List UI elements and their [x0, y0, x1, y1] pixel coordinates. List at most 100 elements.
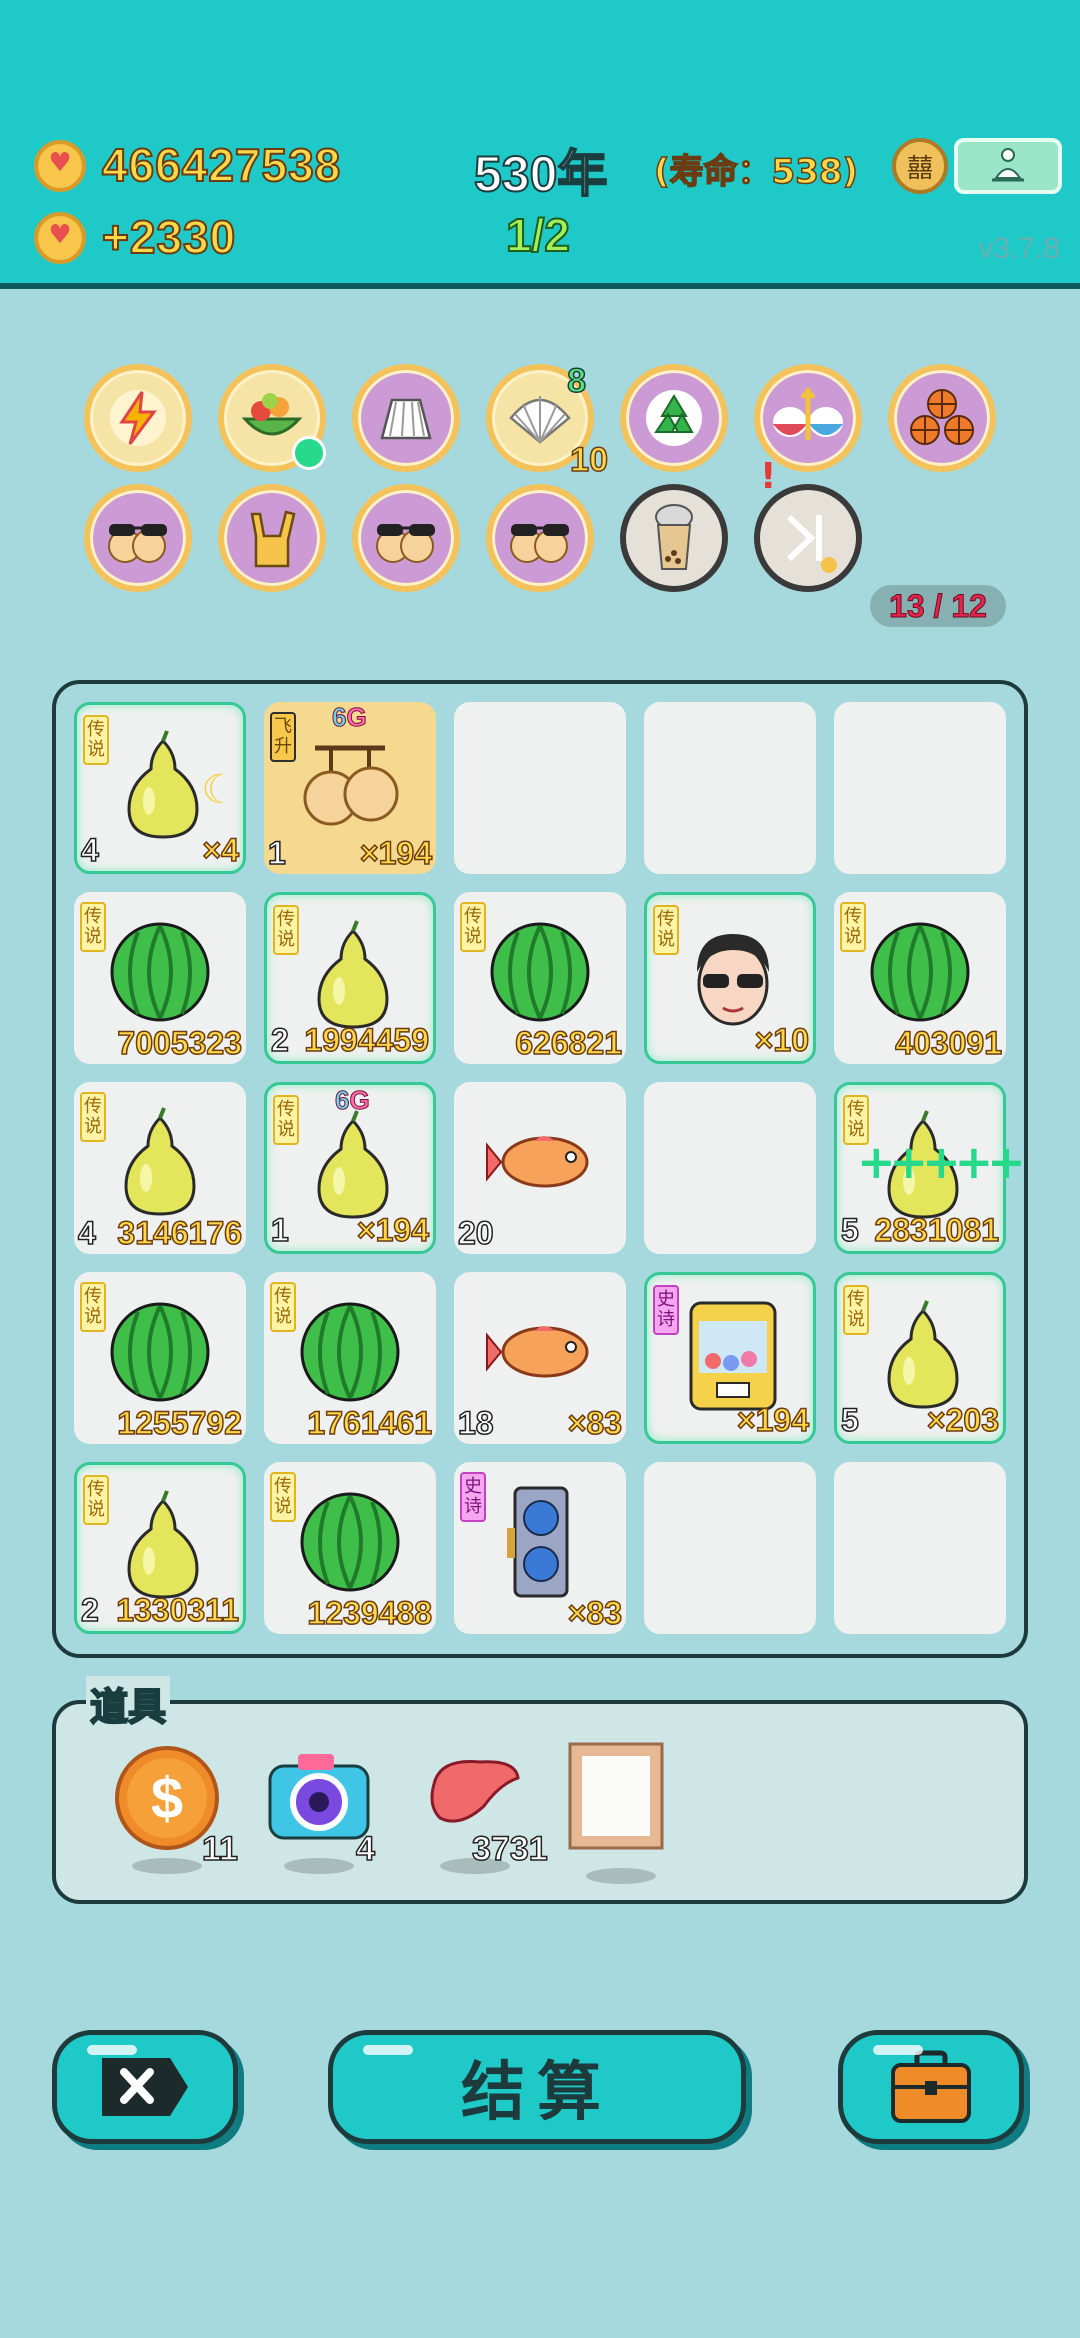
coin-rate-icon	[34, 212, 86, 264]
watermelon-icon	[298, 1490, 402, 1598]
avatar-icon[interactable]: 囍	[892, 138, 948, 194]
liver-icon	[430, 1759, 520, 1823]
skill-count-badge: 13 / 12	[870, 585, 1006, 627]
rarity-tag: 飞升	[270, 712, 296, 762]
fish-icon	[485, 1317, 595, 1391]
settle-button[interactable]: 结算	[328, 2030, 746, 2144]
skill-fruit-basket[interactable]	[218, 364, 326, 472]
ramen-bowls-icon	[773, 386, 843, 440]
rarity-tag: 传说	[460, 902, 486, 952]
recycle-icon	[646, 390, 702, 446]
inventory-slot-pear[interactable]: 传说 2 1330311	[74, 1462, 246, 1634]
skill-sunglasses-2[interactable]	[352, 484, 460, 592]
rarity-tag: 史诗	[653, 1285, 679, 1335]
inventory-board: ☾ 传说 4 ×4 飞升 6G 1 ×194 传说 7005323 传说 2 1994459 传说 6268…	[52, 680, 1028, 1658]
inventory-slot-watermelon[interactable]: 传说 1239488	[264, 1462, 436, 1634]
rarity-tag: 传说	[270, 1282, 296, 1332]
sunglasses-peach-icon	[376, 524, 435, 563]
meditate-button[interactable]	[954, 138, 1062, 194]
inventory-slot-watermelon[interactable]: 传说 7005323	[74, 892, 246, 1064]
empty-slot[interactable]	[644, 1462, 816, 1634]
sparkle-icon: +++++	[857, 1135, 1026, 1189]
skill-skirt[interactable]	[352, 364, 460, 472]
fish-icon	[485, 1127, 595, 1201]
empty-slot[interactable]	[834, 702, 1006, 874]
alert-icon: !	[760, 456, 777, 497]
rarity-tag: 传说	[83, 1475, 109, 1525]
item-value: 626821	[514, 1024, 622, 1062]
tools-title: 道具	[86, 1676, 171, 1731]
skill-sunglasses-1[interactable]	[84, 484, 192, 592]
item-level: 1	[270, 1211, 289, 1249]
man-icon	[683, 920, 783, 1034]
empty-slot[interactable]	[644, 702, 816, 874]
inventory-slot-watermelon[interactable]: 传说 626821	[454, 892, 626, 1064]
tool-shadow	[284, 1858, 354, 1874]
skill-basketballs[interactable]	[888, 364, 996, 472]
inventory-slot-pear[interactable]: +++++ 传说 5 2831081	[834, 1082, 1026, 1254]
pear-icon	[303, 919, 403, 1035]
inventory-slot-pear[interactable]: 传说 2 1994459	[264, 892, 436, 1064]
tool-count: 11	[201, 1829, 238, 1869]
pear-icon	[113, 1489, 213, 1605]
item-level: 4	[80, 831, 99, 869]
button-shine	[873, 2045, 923, 2055]
inventory-slot-fish[interactable]: 20	[454, 1082, 626, 1254]
inventory-slot-peaches[interactable]: 飞升 6G 1 ×194	[264, 702, 436, 874]
coin-total: 466427538	[101, 138, 342, 192]
item-value: ×10	[754, 1021, 810, 1059]
top-bar: 466427538 +2330 530年 (寿命：538) 1/2 囍 v3.7…	[0, 0, 1080, 289]
item-value: 1994459	[304, 1021, 430, 1059]
tool-count: 3731	[471, 1829, 548, 1869]
briefcase-button[interactable]	[838, 2030, 1024, 2144]
item-value: 7005323	[117, 1024, 243, 1062]
item-value: 1761461	[307, 1404, 433, 1442]
settle-label: 结算	[461, 2056, 613, 2130]
skill-rock-hand[interactable]	[218, 484, 326, 592]
graphics-card-icon	[505, 1484, 575, 1604]
watermelon-icon	[298, 1300, 402, 1408]
inventory-slot-man[interactable]: 传说 ×10	[644, 892, 816, 1064]
shell-icon	[509, 396, 571, 444]
inventory-slot-pear[interactable]: 传说 5 ×203	[834, 1272, 1006, 1444]
pear-icon	[873, 1299, 973, 1415]
inventory-slot-graphics-card[interactable]: 史诗 ×83	[454, 1462, 626, 1634]
item-value: ×83	[567, 1404, 623, 1442]
item-value: 403091	[894, 1024, 1002, 1062]
rock-hand-icon	[250, 510, 296, 568]
close-button[interactable]	[52, 2030, 238, 2144]
inventory-slot-pear[interactable]: ☾ 传说 4 ×4	[74, 702, 246, 874]
skill-recycle[interactable]	[620, 364, 728, 472]
tool-liver[interactable]: 3731	[420, 1744, 548, 1874]
inventory-slot-watermelon[interactable]: 传说 1761461	[264, 1272, 436, 1444]
inventory-slot-watermelon[interactable]: 传说 403091	[834, 892, 1006, 1064]
tool-camera[interactable]: 4	[264, 1744, 376, 1874]
moon-icon: ☾	[201, 767, 237, 813]
skill-shell[interactable]: 8 10	[486, 361, 609, 480]
empty-slot[interactable]	[644, 1082, 816, 1254]
inventory-slot-fish[interactable]: 18 ×83	[454, 1272, 626, 1444]
watermelon-icon	[488, 920, 592, 1028]
skill-sunglasses-3[interactable]	[486, 484, 594, 592]
empty-slot[interactable]	[834, 1462, 1006, 1634]
rarity-tag: 史诗	[460, 1472, 486, 1522]
meditate-icon	[992, 148, 1024, 182]
inventory-slot-watermelon[interactable]: 传说 1255792	[74, 1272, 246, 1444]
rarity-tag: 传说	[80, 1092, 106, 1142]
item-level: 5	[840, 1211, 859, 1249]
inventory-slot-claw-machine[interactable]: 史诗 ×194	[644, 1272, 816, 1444]
coin-rate: +2330	[101, 210, 237, 264]
rarity-tag: 传说	[273, 905, 299, 955]
tool-frame[interactable]	[566, 1740, 676, 1884]
skill-bubble-tea[interactable]	[620, 484, 728, 592]
tools-panel: $ 11 4 3731	[52, 1700, 1028, 1904]
empty-slot[interactable]	[454, 702, 626, 874]
skill-lightning[interactable]	[84, 364, 192, 472]
tool-coin[interactable]: $ 11	[112, 1744, 239, 1874]
inventory-slot-pear[interactable]: 传说 4 3146176	[74, 1082, 246, 1254]
picture-frame-icon	[568, 1742, 664, 1850]
item-level: 4	[77, 1214, 96, 1252]
inventory-slot-pear[interactable]: 传说 6G 1 ×194	[264, 1082, 436, 1254]
skill-skip[interactable]: !	[754, 456, 862, 592]
rarity-tag: 传说	[653, 905, 679, 955]
